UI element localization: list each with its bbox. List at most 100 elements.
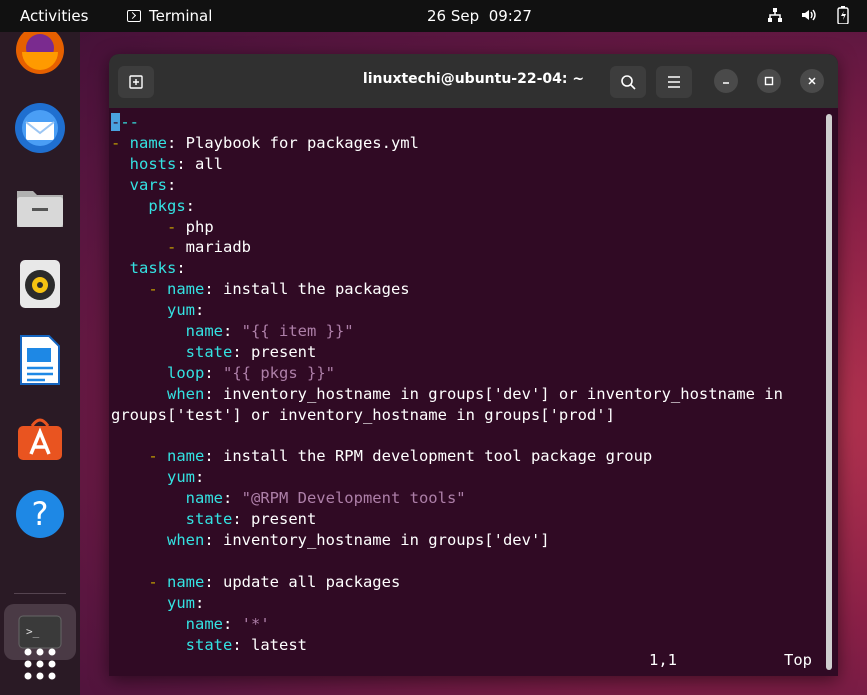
yaml-dash: - [111,134,130,152]
thunderbird-icon[interactable] [14,102,66,154]
yaml-text: : install the packages [204,280,409,298]
yaml-text: : [167,176,176,194]
yaml-text: groups['test'] or inventory_hostname in … [111,406,615,424]
yaml-key: hosts [130,155,177,173]
terminal-output[interactable]: ---- name: Playbook for packages.yml hos… [109,112,827,676]
menu-button[interactable] [656,66,692,98]
terminal-window[interactable]: linuxtechi@ubuntu-22-04: ~ ---- name: Pl… [109,54,838,676]
yaml-key: name [167,573,204,591]
yaml-text [111,636,186,654]
terminal-line: - name: update all packages [111,572,400,593]
yaml-key: yum [167,594,195,612]
terminal-line: yum: [111,467,204,488]
close-button[interactable] [800,69,824,93]
yaml-key: yum [167,301,195,319]
terminal-line: tasks: [111,258,186,279]
app-menu[interactable]: Terminal [127,7,212,25]
show-apps-icon[interactable] [14,636,66,692]
minimize-icon [721,76,731,86]
yaml-key: name [186,615,223,633]
yaml-text: : present [232,510,316,528]
close-icon [807,76,817,86]
yaml-text: : install the RPM development tool packa… [204,447,652,465]
terminal-app-icon [127,10,141,22]
yaml-dash: - [167,218,176,236]
terminal-line: - name: install the packages [111,279,410,300]
cursor-position: 1,1 [649,650,677,671]
yaml-string: "{{ item }}" [242,322,354,340]
yaml-dash: - [167,238,176,256]
terminal-line: when: inventory_hostname in groups['dev'… [111,530,550,551]
yaml-text: : Playbook for packages.yml [167,134,419,152]
yaml-text [111,531,167,549]
date: 26 Sep [427,7,479,25]
yaml-key: state [186,636,233,654]
yaml-text [111,176,130,194]
yaml-key: name [186,322,223,340]
title-bar[interactable]: linuxtechi@ubuntu-22-04: ~ [109,54,838,108]
scrollbar[interactable] [826,114,832,670]
writer-icon[interactable] [14,334,66,386]
terminal-line: - mariadb [111,237,251,258]
search-button[interactable] [610,66,646,98]
yaml-text [111,468,167,486]
minimize-button[interactable] [714,69,738,93]
app-center-icon[interactable] [14,412,66,464]
scroll-position: Top [784,650,812,671]
firefox-icon[interactable] [14,32,66,76]
yaml-text [111,238,167,256]
top-bar: Activities Terminal 26 Sep 09:27 [0,0,867,32]
rhythmbox-icon[interactable] [14,258,66,310]
yaml-text: : [223,322,242,340]
yaml-text [111,615,186,633]
yaml-text [111,343,186,361]
yaml-text: : inventory_hostname in groups['dev'] or… [204,385,783,403]
yaml-key: name [167,447,204,465]
yaml-text: : [186,197,195,215]
yaml-text [111,280,148,298]
yaml-key: vars [130,176,167,194]
yaml-text [111,155,130,173]
yaml-text [111,218,167,236]
dock: ? >_ [0,32,80,695]
yaml-string: "@RPM Development tools" [242,489,466,507]
dock-separator [14,593,66,594]
system-tray[interactable] [765,5,853,25]
svg-text:?: ? [32,495,49,533]
yaml-text: : update all packages [204,573,400,591]
terminal-line: vars: [111,175,176,196]
yaml-text [111,447,148,465]
yaml-text [111,385,167,403]
yaml-text: : [195,594,204,612]
terminal-line: pkgs: [111,196,195,217]
terminal-line: name: '*' [111,614,270,635]
terminal-line: state: present [111,342,316,363]
clock[interactable]: 26 Sep 09:27 [427,7,532,25]
terminal-line: --- [111,112,139,133]
yaml-key: yum [167,468,195,486]
yaml-text [111,301,167,319]
yaml-text: mariadb [176,238,251,256]
time: 09:27 [489,7,532,25]
volume-icon [799,5,819,25]
files-icon[interactable] [14,180,66,232]
terminal-line: hosts: all [111,154,223,175]
yaml-key: name [167,280,204,298]
activities-button[interactable]: Activities [20,7,88,25]
yaml-text: : all [176,155,223,173]
help-icon[interactable]: ? [14,488,66,540]
yaml-key: tasks [130,259,177,277]
text-cursor: - [111,113,120,131]
terminal-line: name: "@RPM Development tools" [111,488,466,509]
yaml-key: state [186,510,233,528]
maximize-button[interactable] [757,69,781,93]
yaml-dash: - [148,447,167,465]
yaml-text [111,594,167,612]
terminal-line: - name: Playbook for packages.yml [111,133,419,154]
yaml-text: : [223,489,242,507]
hamburger-icon [667,76,681,88]
yaml-text [111,573,148,591]
yaml-key: when [167,385,204,403]
yaml-text: : [223,615,242,633]
terminal-line: name: "{{ item }}" [111,321,354,342]
